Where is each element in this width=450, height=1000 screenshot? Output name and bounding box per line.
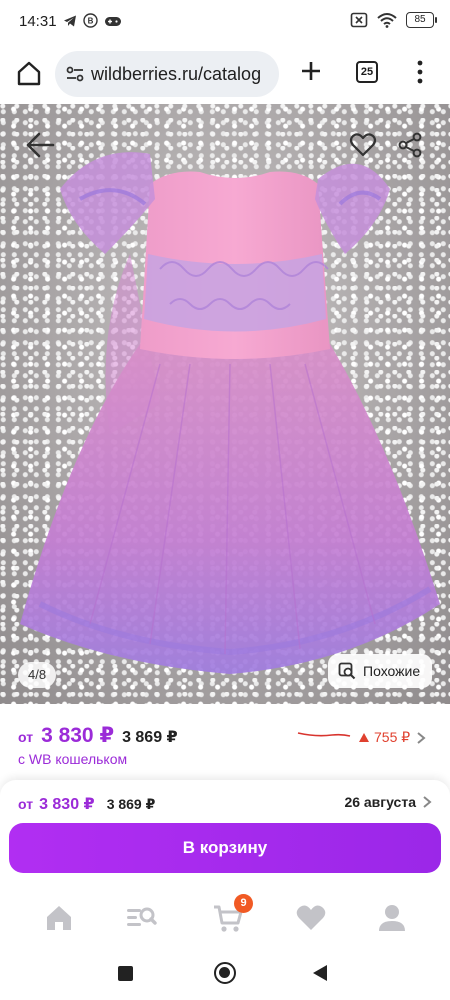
catalog-search-icon[interactable]: [125, 902, 157, 934]
profile-icon[interactable]: [376, 902, 408, 934]
new-tab-icon[interactable]: [298, 58, 324, 84]
similar-search-icon: [338, 662, 356, 680]
site-settings-icon[interactable]: [65, 64, 85, 84]
handwritten-stroke: [297, 732, 351, 737]
delivery-date[interactable]: 26 августа: [344, 794, 416, 810]
status-time: 14:31: [19, 13, 57, 30]
purchase-sheet: от 3 830 ₽ 3 869 ₽ 26 августа В корзину: [0, 780, 450, 890]
delivery-chevron-icon[interactable]: [422, 795, 432, 809]
price-drop-badge[interactable]: 755 ₽: [358, 729, 410, 746]
status-system-icons: 85: [350, 12, 437, 28]
dress-photo: [20, 152, 440, 674]
sheet-old-price: 3 869 ₽: [106, 796, 156, 812]
price-section: от 3 830 ₽ 3 869 ₽ с WB кошельком 755 ₽: [0, 704, 450, 780]
regular-price: 3 869 ₽: [122, 729, 178, 746]
status-notification-icons: B: [63, 13, 122, 28]
wifi-icon: [377, 13, 397, 28]
favorites-icon[interactable]: [295, 902, 327, 934]
svg-text:B: B: [88, 17, 94, 26]
sheet-price: 3 830 ₽: [39, 796, 95, 813]
recents-icon[interactable]: [118, 966, 133, 981]
no-sim-icon: [350, 12, 368, 28]
telegram-icon: [64, 15, 76, 26]
address-bar[interactable]: wildberries.ru/catalog: [55, 51, 279, 97]
browser-toolbar: wildberries.ru/catalog 25: [0, 44, 450, 104]
bottom-navigation: 9: [0, 890, 450, 948]
system-navigation: [0, 948, 450, 1000]
battery-icon: 85: [406, 12, 437, 28]
image-counter: 4/8: [18, 662, 57, 688]
home-icon[interactable]: [43, 902, 75, 934]
more-vert-icon[interactable]: [415, 59, 425, 85]
sheet-price-row: от 3 830 ₽ 3 869 ₽: [18, 794, 155, 814]
gamepad-icon: [105, 16, 121, 26]
price-from-label: от: [18, 729, 34, 745]
tab-switcher-button[interactable]: 25: [356, 61, 378, 83]
home-icon[interactable]: [14, 58, 44, 88]
favorite-heart-icon[interactable]: [349, 132, 377, 158]
url-text[interactable]: wildberries.ru/catalog: [91, 64, 273, 85]
price-drop-value: 755 ₽: [374, 729, 411, 745]
home-circle-icon[interactable]: [214, 962, 236, 984]
add-to-cart-button[interactable]: В корзину: [9, 823, 441, 873]
status-bar: 14:31 B 85: [0, 0, 450, 44]
wallet-price: 3 830 ₽: [41, 724, 115, 747]
back-arrow-icon[interactable]: [24, 130, 56, 160]
share-icon[interactable]: [397, 132, 423, 158]
sheet-from-label: от: [18, 796, 34, 812]
cart-count-badge: 9: [234, 894, 253, 913]
similar-label: Похожие: [363, 663, 421, 679]
product-image-gallery[interactable]: 4/8 Похожие: [0, 104, 450, 704]
similar-button[interactable]: Похожие: [328, 654, 432, 688]
triangle-up-icon: [359, 733, 369, 742]
vk-icon: B: [83, 13, 98, 28]
price-row: от 3 830 ₽ 3 869 ₽: [18, 723, 178, 748]
chevron-right-icon[interactable]: [416, 731, 426, 745]
wallet-label[interactable]: с WB кошельком: [18, 751, 127, 767]
back-triangle-icon[interactable]: [312, 964, 328, 982]
